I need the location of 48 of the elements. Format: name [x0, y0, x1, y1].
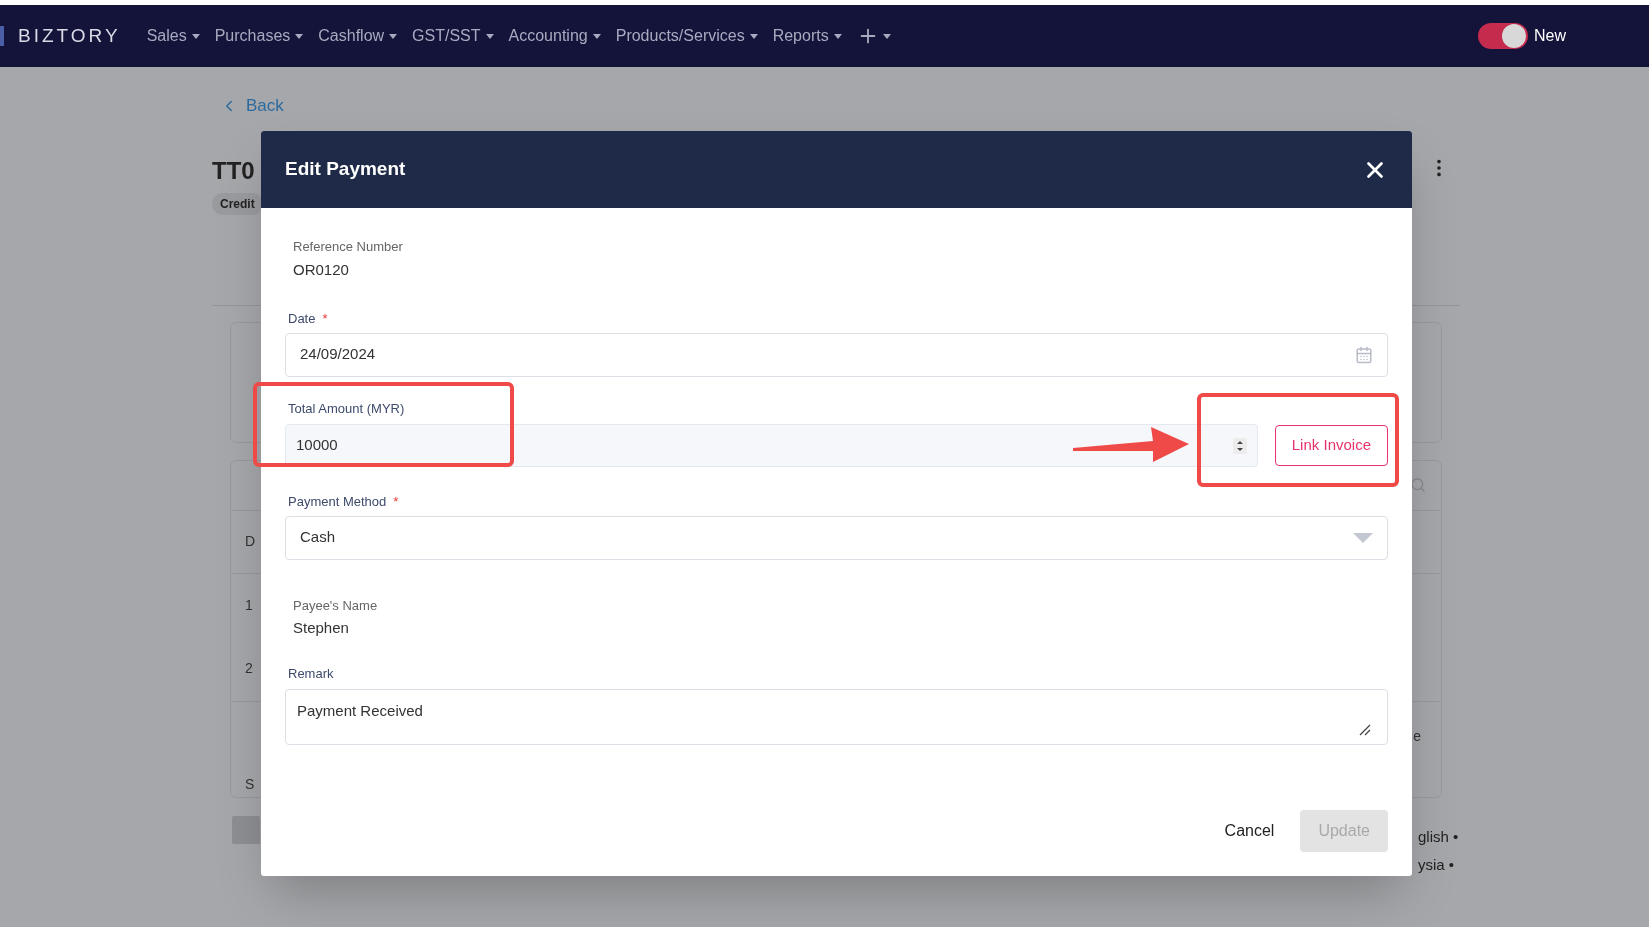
- dialog-title: Edit Payment: [285, 157, 406, 182]
- toggle-switch[interactable]: [1478, 23, 1528, 49]
- remark-field[interactable]: Payment Received: [285, 689, 1388, 745]
- caret-icon[interactable]: [191, 33, 200, 39]
- field-label: Payee's Name: [293, 596, 378, 615]
- caret-icon[interactable]: [882, 33, 891, 39]
- amount-field[interactable]: 10000: [285, 424, 1258, 467]
- status-tag: Credit: [212, 192, 263, 215]
- footer-link[interactable]: glish •: [1418, 825, 1459, 848]
- caret-icon[interactable]: [833, 33, 842, 39]
- cancel-button[interactable]: Cancel: [1224, 819, 1275, 843]
- arrow-icon: [1073, 427, 1189, 462]
- link-invoice-button[interactable]: Link Invoice: [1274, 425, 1388, 466]
- page-title: TT0: [212, 155, 256, 186]
- nav-menu[interactable]: Products/Services: [615, 24, 758, 48]
- caret-icon[interactable]: [592, 33, 601, 39]
- logo[interactable]: BIZTORY: [18, 21, 121, 51]
- stepper-icon[interactable]: [1232, 437, 1247, 454]
- nav-menu[interactable]: Sales: [146, 24, 200, 48]
- caret-icon[interactable]: [389, 33, 398, 39]
- field-value: OR0120: [293, 259, 350, 280]
- caret-icon[interactable]: [485, 33, 494, 39]
- footer-link[interactable]: ysia •: [1418, 854, 1459, 877]
- field-value: Stephen: [293, 618, 350, 638]
- required-mark: *: [393, 493, 399, 511]
- nav-menu[interactable]: Reports: [772, 24, 842, 48]
- caret-icon[interactable]: [295, 33, 304, 39]
- date-field[interactable]: 24/09/2024: [285, 332, 1388, 377]
- field-label: Reference Number: [293, 238, 403, 256]
- summary-value: e: [1413, 726, 1421, 746]
- nav-menu[interactable]: Cashflow: [318, 24, 398, 48]
- nav-menu[interactable]: GST/SST: [412, 24, 494, 48]
- nav-menu[interactable]: Purchases: [214, 24, 304, 48]
- table-cell-text: 1: [245, 595, 253, 615]
- select-field[interactable]: Cash: [285, 515, 1388, 560]
- caret-icon[interactable]: [749, 33, 758, 39]
- search-icon[interactable]: [1410, 477, 1426, 493]
- toggle-label: New: [1534, 26, 1566, 46]
- nav-menu[interactable]: Accounting: [508, 24, 601, 48]
- field-label: Remark: [287, 664, 335, 683]
- summary-label: S: [245, 774, 255, 794]
- resize-handle-icon[interactable]: [1359, 724, 1371, 736]
- table-header-cell-text: D: [245, 532, 256, 551]
- table-cell-text: 2: [245, 659, 253, 678]
- field-label: Date: [287, 310, 317, 328]
- required-mark: *: [322, 310, 328, 328]
- field-label: Payment Method: [287, 493, 388, 511]
- field-label: Total Amount (MYR): [287, 399, 406, 418]
